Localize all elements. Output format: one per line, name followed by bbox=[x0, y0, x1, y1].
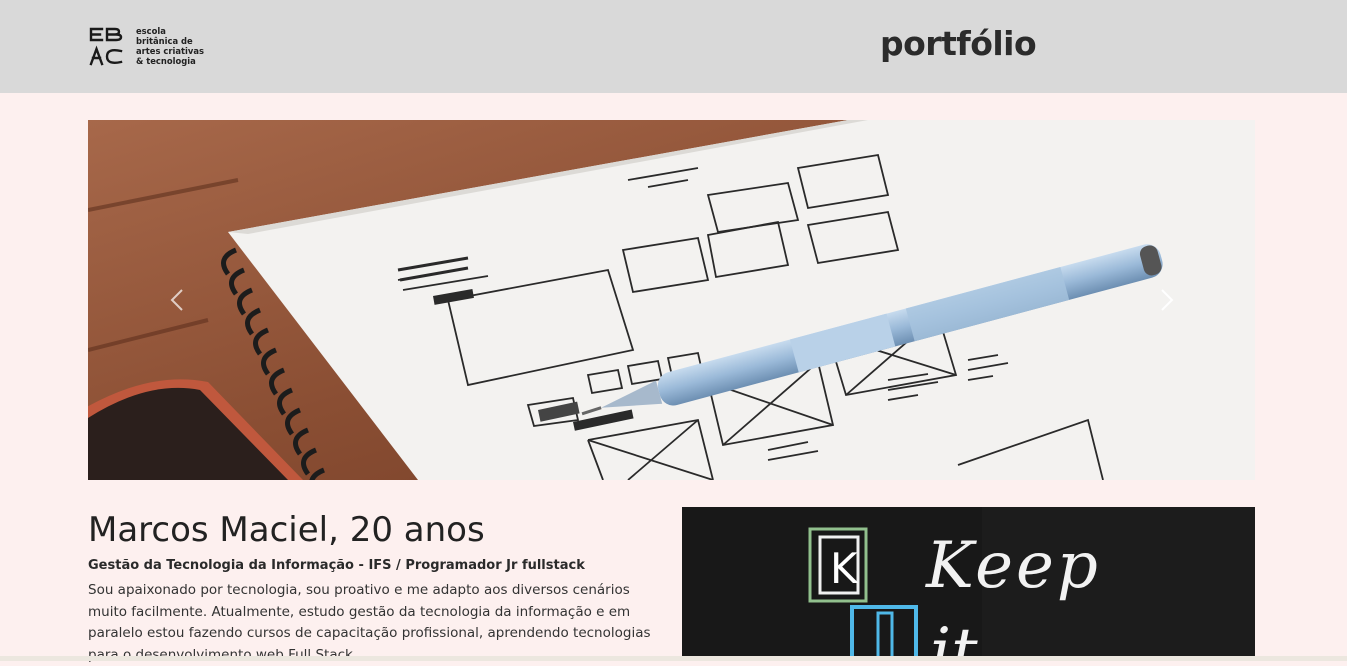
carousel-slide-image bbox=[88, 120, 1255, 480]
page-title: portfólio bbox=[880, 24, 1037, 63]
logo-line: britânica de bbox=[136, 36, 193, 46]
logo-line: & tecnologia bbox=[136, 56, 196, 66]
profile-photo: K Keep I it bbox=[682, 507, 1255, 661]
ebac-logo-mark bbox=[89, 27, 123, 66]
logo-wordmark: escola britânica de artes criativas & te… bbox=[136, 26, 204, 66]
chalk-letter-k: K bbox=[830, 544, 859, 593]
chalk-word-keep: Keep bbox=[925, 529, 1101, 603]
site-header: escola britânica de artes criativas & te… bbox=[0, 0, 1347, 93]
chalkboard-image: K Keep I it bbox=[682, 507, 1255, 661]
profile-role: Gestão da Tecnologia da Informação - IFS… bbox=[88, 558, 585, 573]
carousel-prev-button[interactable] bbox=[158, 280, 198, 320]
profile-section: Marcos Maciel, 20 anos Gestão da Tecnolo… bbox=[88, 508, 658, 666]
logo-line: escola bbox=[136, 26, 166, 36]
image-carousel[interactable] bbox=[88, 120, 1255, 480]
chevron-right-icon bbox=[1161, 289, 1174, 311]
chalk-word-it: it bbox=[930, 614, 978, 661]
profile-bio: Sou apaixonado por tecnologia, sou proat… bbox=[88, 582, 651, 663]
logo-line: artes criativas bbox=[136, 46, 204, 56]
page-bottom-strip bbox=[0, 656, 1347, 661]
profile-name: Marcos Maciel, 20 anos bbox=[88, 510, 485, 550]
carousel-next-button[interactable] bbox=[1146, 280, 1186, 320]
ebac-logo[interactable]: escola britânica de artes criativas & te… bbox=[88, 24, 208, 68]
chevron-left-icon bbox=[170, 289, 183, 311]
